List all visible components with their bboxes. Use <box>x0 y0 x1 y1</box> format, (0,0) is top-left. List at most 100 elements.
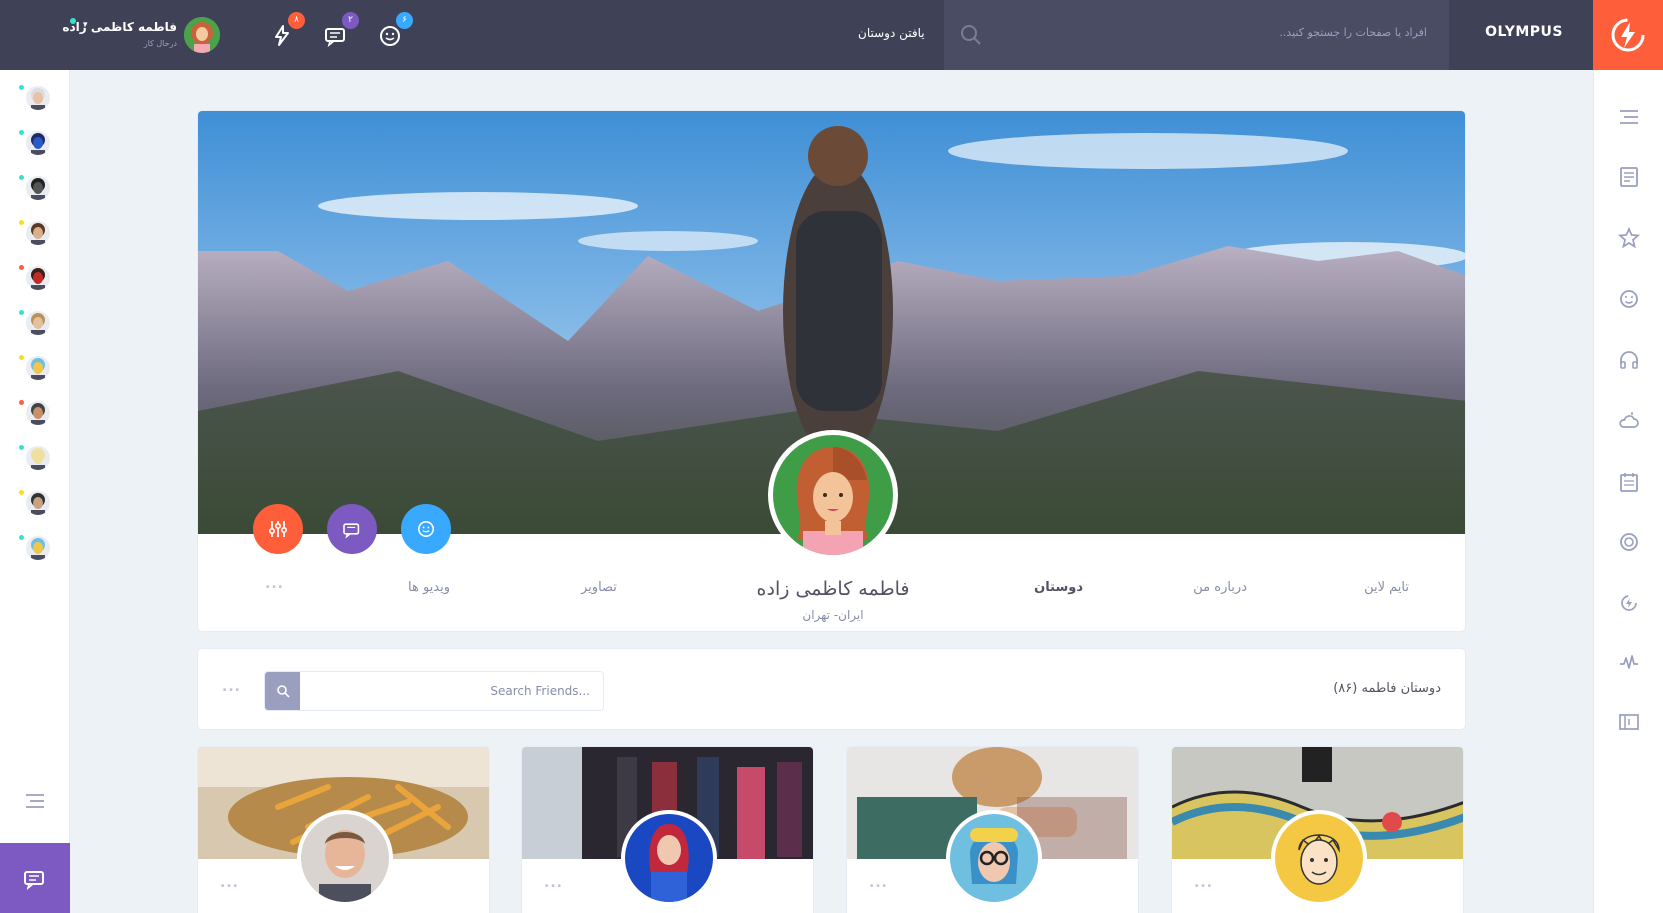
user-name: فاطمه کاظمی زاده <box>62 20 177 34</box>
friend-requests-badge: ۶ <box>396 12 413 29</box>
friend-avatar[interactable] <box>26 86 50 110</box>
newsfeed-icon[interactable] <box>1617 165 1641 189</box>
tab-friends[interactable]: دوستان <box>1034 580 1083 595</box>
friend-avatar[interactable] <box>26 536 50 560</box>
tab-about[interactable]: درباره من <box>1193 580 1247 595</box>
calendar-icon[interactable] <box>1617 470 1641 494</box>
tab-photos[interactable]: تصاویر <box>581 580 617 595</box>
friend-avatar[interactable] <box>26 311 50 335</box>
tab-timeline[interactable]: تایم لاین <box>1364 580 1409 595</box>
person-avatar-icon <box>26 536 50 560</box>
person-avatar-icon <box>26 131 50 155</box>
status-dot <box>18 174 25 181</box>
friend-avatar[interactable] <box>26 491 50 515</box>
notifications-button[interactable]: ۸ <box>267 12 305 50</box>
top-header: OLYMPUS افراد یا صفحات را جستجو کنید.. ی… <box>0 0 1663 70</box>
weather-icon[interactable] <box>1617 409 1641 433</box>
profile-location: ایران- تهران <box>802 608 864 622</box>
more-options-button[interactable]: ... <box>265 576 284 592</box>
tab-videos[interactable]: ویدیو ها <box>408 580 450 595</box>
messages-badge: ۲ <box>342 12 359 29</box>
friend-card[interactable]: ... <box>197 746 490 913</box>
status-dot <box>18 264 25 271</box>
status-dot <box>18 84 25 91</box>
status-dot <box>18 399 25 406</box>
menu-icon[interactable] <box>24 790 46 812</box>
friend-avatar[interactable] <box>26 356 50 380</box>
left-sidebar-friends <box>0 70 70 913</box>
friend-card-more-button[interactable]: ... <box>869 875 888 891</box>
friend-card[interactable]: ... <box>1171 746 1464 913</box>
chevron-down-icon[interactable]: ▾ <box>83 20 88 30</box>
user-menu[interactable]: فاطمه کاظمی زاده درحال کار ▾ <box>62 14 225 56</box>
global-search-input[interactable]: افراد یا صفحات را جستجو کنید.. <box>1279 26 1427 39</box>
user-status: درحال کار <box>143 39 177 48</box>
woman-avatar-icon <box>950 814 1038 902</box>
status-dot <box>18 354 25 361</box>
profile-nav: تایم لاین درباره من دوستان فاطمه کاظمی ز… <box>198 534 1465 631</box>
status-dot <box>18 489 25 496</box>
star-icon[interactable] <box>1617 226 1641 250</box>
headphones-icon[interactable] <box>1617 348 1641 372</box>
friend-avatar[interactable] <box>26 401 50 425</box>
profile-name: فاطمه کاظمی زاده <box>756 578 910 600</box>
friend-avatar[interactable] <box>26 176 50 200</box>
brand-name[interactable]: OLYMPUS <box>1485 24 1563 40</box>
global-search[interactable]: افراد یا صفحات را جستجو کنید.. <box>944 0 1449 70</box>
person-avatar-icon <box>26 491 50 515</box>
open-chat-button[interactable] <box>0 843 70 913</box>
person-avatar-icon <box>26 356 50 380</box>
friends-search-input[interactable]: Search Friends... <box>310 684 590 698</box>
menu-icon[interactable] <box>1617 105 1641 129</box>
friends-header: دوستان فاطمه (۸۶) Search Friends... ... <box>197 648 1466 730</box>
friends-title: دوستان فاطمه (۸۶) <box>1333 681 1441 696</box>
thunder-icon[interactable] <box>1617 590 1641 614</box>
friend-card[interactable]: ... <box>521 746 814 913</box>
friends-search[interactable]: Search Friends... <box>264 671 604 711</box>
find-friends-link[interactable]: یافتن دوستان <box>858 26 925 40</box>
friend-avatar[interactable] <box>26 131 50 155</box>
avatar[interactable] <box>184 17 220 53</box>
friend-card-more-button[interactable]: ... <box>1194 875 1213 891</box>
friend-card-more-button[interactable]: ... <box>220 875 239 891</box>
status-dot <box>18 444 25 451</box>
notifications-badge: ۸ <box>288 12 305 29</box>
right-sidebar <box>1593 70 1663 913</box>
status-dot <box>18 219 25 226</box>
chat-icon <box>24 871 44 891</box>
olympus-logo-icon <box>1611 18 1645 52</box>
more-options-button[interactable]: ... <box>222 679 241 695</box>
friend-avatar[interactable] <box>297 810 393 906</box>
messages-button[interactable]: ۲ <box>321 12 359 50</box>
person-avatar-icon <box>26 446 50 470</box>
cartoon-avatar-icon <box>1275 814 1363 902</box>
friend-card[interactable]: ... <box>846 746 1139 913</box>
status-dot <box>18 309 25 316</box>
woman-avatar-icon <box>625 814 713 902</box>
man-avatar-icon <box>301 814 389 902</box>
search-icon[interactable] <box>958 22 984 48</box>
friend-avatar[interactable] <box>26 266 50 290</box>
friend-avatar[interactable] <box>621 810 717 906</box>
profile-card: تایم لاین درباره من دوستان فاطمه کاظمی ز… <box>197 110 1466 632</box>
person-avatar-icon <box>26 311 50 335</box>
friend-avatar[interactable] <box>1271 810 1367 906</box>
manage-widgets-icon[interactable] <box>1617 710 1641 734</box>
person-avatar-icon <box>26 401 50 425</box>
friend-avatar[interactable] <box>26 446 50 470</box>
stats-icon[interactable] <box>1617 650 1641 674</box>
friend-requests-button[interactable]: ۶ <box>375 12 413 50</box>
person-avatar-icon <box>26 86 50 110</box>
status-dot <box>18 129 25 136</box>
badge-icon[interactable] <box>1617 530 1641 554</box>
person-avatar-icon <box>26 221 50 245</box>
logo[interactable] <box>1593 0 1663 70</box>
friend-avatar[interactable] <box>26 221 50 245</box>
friend-card-more-button[interactable]: ... <box>544 875 563 891</box>
person-avatar-icon <box>26 176 50 200</box>
friend-avatar[interactable] <box>946 810 1042 906</box>
person-avatar-icon <box>26 266 50 290</box>
friends-search-button[interactable] <box>265 672 300 710</box>
woman-avatar-icon <box>184 17 220 53</box>
smile-icon[interactable] <box>1617 287 1641 311</box>
